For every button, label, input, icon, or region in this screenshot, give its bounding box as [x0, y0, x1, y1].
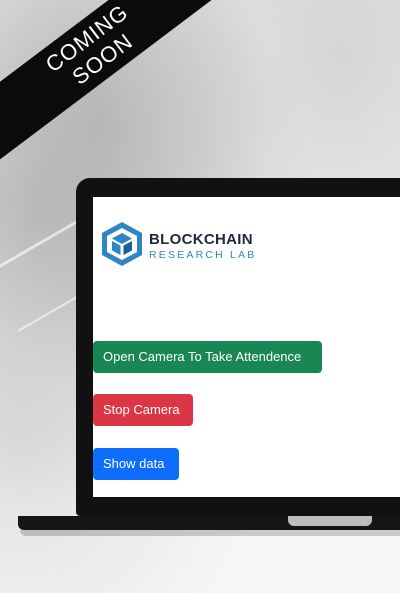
- laptop-base-shadow: [20, 530, 400, 536]
- show-data-button[interactable]: Show data: [93, 448, 179, 480]
- open-camera-button[interactable]: Open Camera To Take Attendence: [93, 341, 322, 373]
- logo-sub-text: RESEARCH LAB: [149, 248, 257, 261]
- laptop-notch: [288, 516, 372, 526]
- cube-icon: [101, 221, 143, 272]
- blockchain-research-lab-logo: BLOCKCHAIN RESEARCH LAB: [101, 221, 257, 272]
- logo-text: BLOCKCHAIN RESEARCH LAB: [149, 230, 257, 262]
- stop-camera-button[interactable]: Stop Camera: [93, 394, 193, 426]
- logo-main-text: BLOCKCHAIN: [149, 230, 253, 248]
